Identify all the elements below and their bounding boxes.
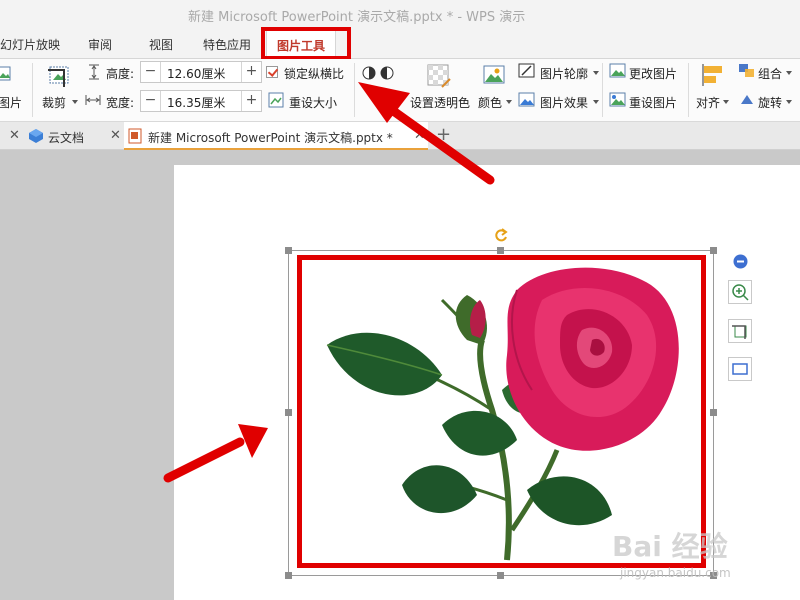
crop-side-icon xyxy=(732,325,747,339)
lock-ratio-label[interactable]: 锁定纵横比 xyxy=(284,65,344,82)
tab-review[interactable]: 审阅 xyxy=(88,36,112,53)
arrow-annotation-icon xyxy=(358,82,495,185)
reset-picture-label[interactable]: 重设图片 xyxy=(629,94,677,111)
resize-handle-r[interactable] xyxy=(710,409,717,416)
reset-size-icon[interactable] xyxy=(268,92,284,108)
zoom-in-icon xyxy=(732,284,749,301)
tab-view[interactable]: 视图 xyxy=(149,36,173,53)
width-stepper[interactable]: − 16.35厘米 + xyxy=(140,90,262,112)
ribbon-separator xyxy=(688,63,689,117)
picture-effect-caret[interactable] xyxy=(593,100,599,104)
reset-size-label[interactable]: 重设大小 xyxy=(289,94,337,111)
menu-bar: 幻灯片放映 审阅 视图 特色应用 图片工具 xyxy=(0,28,800,60)
picture-outline-icon[interactable] xyxy=(518,63,536,79)
height-icon xyxy=(89,64,99,80)
rotate-label[interactable]: 旋转 xyxy=(758,94,782,111)
ribbon-separator xyxy=(32,63,33,117)
cloud-icon xyxy=(29,129,43,143)
crop-icon[interactable] xyxy=(46,63,72,89)
frame-side-button[interactable] xyxy=(728,357,752,381)
ribbon-separator xyxy=(602,63,603,117)
crop-side-button[interactable] xyxy=(728,319,752,343)
height-input[interactable]: 12.60厘米 xyxy=(167,65,225,82)
height-increase-button[interactable]: + xyxy=(241,62,261,82)
watermark-logo: Bai 经验 xyxy=(612,530,728,563)
rotate-handle-icon[interactable] xyxy=(492,227,510,245)
lock-ratio-checkbox[interactable] xyxy=(266,66,278,78)
ppt-file-icon xyxy=(128,128,142,144)
resize-handle-tr[interactable] xyxy=(710,247,717,254)
resize-handle-l[interactable] xyxy=(285,409,292,416)
doc-tab-label: 云文档 xyxy=(48,131,85,145)
height-label: 高度: xyxy=(106,67,135,81)
arrow-annotation-icon xyxy=(163,424,268,483)
watermark-url: jingyan.baidu.com xyxy=(620,566,731,580)
group-icon[interactable] xyxy=(738,63,756,79)
picture-outline-caret[interactable] xyxy=(593,71,599,75)
width-increase-button[interactable]: + xyxy=(241,91,261,111)
change-picture-icon[interactable] xyxy=(609,63,627,79)
annotation-box-tab xyxy=(261,27,351,60)
zoom-minus-icon[interactable] xyxy=(733,254,748,269)
group-label[interactable]: 组合 xyxy=(758,65,782,82)
close-tab-icon[interactable]: ✕ xyxy=(110,128,121,143)
picture-outline-label[interactable]: 图片轮廓 xyxy=(540,65,588,82)
picture-effect-icon[interactable] xyxy=(518,92,536,108)
height-decrease-button[interactable]: − xyxy=(141,62,161,82)
rotate-icon[interactable] xyxy=(738,92,756,108)
insert-picture-label[interactable]: 图片 xyxy=(0,94,22,111)
align-caret[interactable] xyxy=(723,100,729,104)
align-label[interactable]: 对齐 xyxy=(696,94,720,111)
resize-handle-b[interactable] xyxy=(497,572,504,579)
title-bar: 新建 Microsoft PowerPoint 演示文稿.pptx * - WP… xyxy=(0,0,800,28)
annotation-box-picture xyxy=(297,255,706,568)
width-label: 宽度: xyxy=(106,96,135,110)
crop-dropdown-caret[interactable] xyxy=(72,100,78,104)
tab-special-apps[interactable]: 特色应用 xyxy=(203,36,251,53)
reset-picture-icon[interactable] xyxy=(609,92,627,108)
group-caret[interactable] xyxy=(786,71,792,75)
width-icon xyxy=(85,95,101,105)
insert-picture-icon[interactable] xyxy=(0,65,12,83)
zoom-in-button[interactable] xyxy=(728,280,752,304)
resize-handle-t[interactable] xyxy=(497,247,504,254)
tab-slideshow[interactable]: 幻灯片放映 xyxy=(0,36,60,53)
width-decrease-button[interactable]: − xyxy=(141,91,161,111)
resize-handle-bl[interactable] xyxy=(285,572,292,579)
color-dropdown-caret[interactable] xyxy=(506,100,512,104)
align-icon[interactable] xyxy=(702,63,724,87)
frame-side-icon xyxy=(732,363,748,375)
close-tab-icon[interactable]: ✕ xyxy=(9,128,20,143)
window-title: 新建 Microsoft PowerPoint 演示文稿.pptx * - WP… xyxy=(188,10,526,25)
rotate-caret[interactable] xyxy=(786,100,792,104)
change-picture-label[interactable]: 更改图片 xyxy=(629,65,677,82)
width-input[interactable]: 16.35厘米 xyxy=(167,94,225,111)
doc-tab-cloud[interactable]: 云文档 ✕ xyxy=(24,122,124,150)
picture-effect-label[interactable]: 图片效果 xyxy=(540,94,588,111)
crop-label[interactable]: 裁剪 xyxy=(42,94,66,111)
resize-handle-tl[interactable] xyxy=(285,247,292,254)
height-stepper[interactable]: − 12.60厘米 + xyxy=(140,61,262,83)
